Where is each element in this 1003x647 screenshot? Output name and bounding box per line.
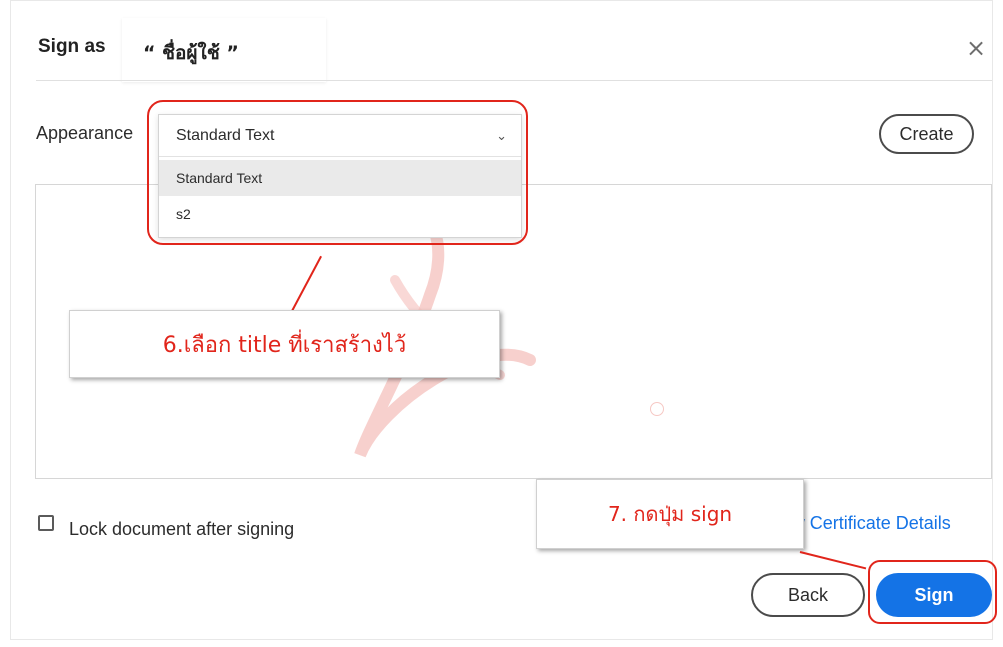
annotation-highlight-dropdown <box>147 100 528 245</box>
view-certificate-details-link[interactable]: View Certificate Details <box>801 513 991 534</box>
registered-mark-icon <box>650 402 664 416</box>
lock-document-label: Lock document after signing <box>69 519 295 539</box>
appearance-label: Appearance <box>36 123 134 143</box>
annotation-highlight-sign <box>868 560 997 624</box>
dialog-title: Sign as <box>38 36 106 57</box>
header-divider <box>36 80 992 81</box>
annotation-step-6: 6.เลือก title ที่เราสร้างไว้ <box>69 310 500 378</box>
checkbox-icon[interactable] <box>38 515 54 531</box>
back-button[interactable]: Back <box>751 573 865 617</box>
cert-link-text[interactable]: View Certificate Details <box>801 513 951 533</box>
create-button[interactable]: Create <box>879 114 974 154</box>
annotation-step-7: 7. กดปุ่ม sign <box>536 479 804 549</box>
signer-name: “ ชื่อผู้ใช้ ” <box>143 42 239 64</box>
close-icon[interactable]: × <box>966 36 986 60</box>
